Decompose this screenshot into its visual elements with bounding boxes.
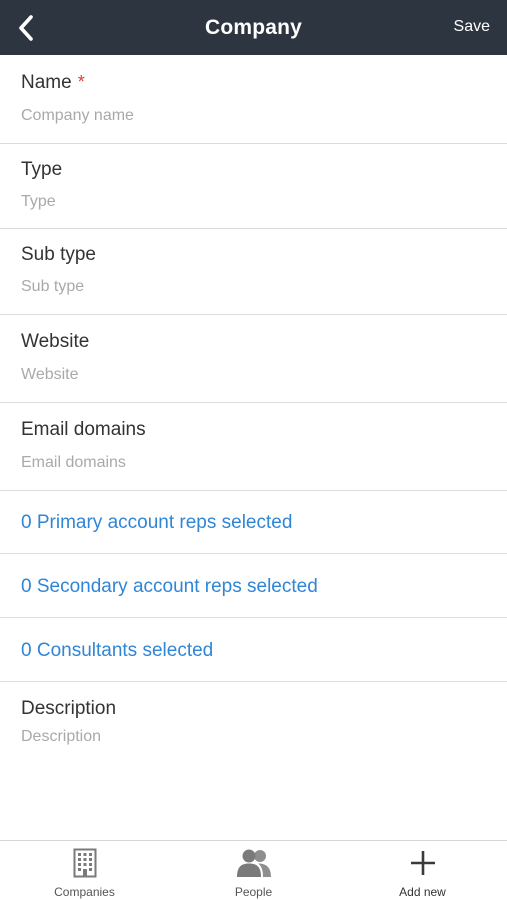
description-label: Description bbox=[21, 698, 117, 719]
description-input[interactable] bbox=[21, 728, 481, 746]
tab-companies[interactable]: Companies bbox=[0, 841, 169, 900]
email-domains-input[interactable] bbox=[21, 454, 481, 472]
building-icon bbox=[73, 848, 96, 878]
name-label-text: Name bbox=[21, 72, 72, 93]
email-domains-field: Email domains bbox=[0, 403, 507, 491]
sub-type-input[interactable] bbox=[21, 278, 481, 296]
type-field: Type bbox=[0, 144, 507, 229]
company-form: Name* Type Sub type Website Email domain… bbox=[0, 55, 507, 772]
tab-people-label: People bbox=[234, 885, 273, 899]
app-header: Company Save bbox=[0, 0, 507, 55]
website-input[interactable] bbox=[21, 366, 481, 384]
description-field: Description bbox=[0, 682, 507, 772]
back-button[interactable] bbox=[6, 8, 46, 48]
type-label: Type bbox=[21, 159, 63, 180]
company-name-input[interactable] bbox=[21, 107, 481, 125]
tab-add-new-label: Add new bbox=[399, 885, 446, 899]
consultants-row[interactable]: 0 Consultants selected bbox=[0, 618, 507, 682]
people-icon bbox=[236, 849, 271, 877]
name-label: Name * bbox=[21, 72, 85, 94]
name-field: Name * bbox=[0, 55, 507, 144]
website-field: Website bbox=[0, 315, 507, 403]
required-marker: * bbox=[77, 72, 85, 92]
website-label: Website bbox=[21, 331, 90, 352]
tab-add-new[interactable]: Add new bbox=[338, 841, 507, 900]
save-button[interactable]: Save bbox=[454, 18, 490, 36]
sub-type-label: Sub type bbox=[21, 244, 96, 265]
secondary-reps-row[interactable]: 0 Secondary account reps selected bbox=[0, 554, 507, 618]
sub-type-field: Sub type bbox=[0, 229, 507, 315]
tab-people[interactable]: People bbox=[169, 841, 338, 900]
plus-icon bbox=[410, 851, 435, 875]
primary-reps-link[interactable]: 0 Primary account reps selected bbox=[21, 512, 292, 534]
primary-reps-row[interactable]: 0 Primary account reps selected bbox=[0, 491, 507, 554]
tab-companies-label: Companies bbox=[54, 885, 115, 899]
email-domains-label: Email domains bbox=[21, 419, 146, 440]
type-input[interactable] bbox=[21, 193, 481, 211]
chevron-left-icon bbox=[19, 15, 33, 41]
bottom-tab-bar: Companies People Add new bbox=[0, 840, 507, 900]
consultants-link[interactable]: 0 Consultants selected bbox=[21, 640, 213, 662]
secondary-reps-link[interactable]: 0 Secondary account reps selected bbox=[21, 576, 318, 598]
page-title: Company bbox=[204, 15, 303, 39]
